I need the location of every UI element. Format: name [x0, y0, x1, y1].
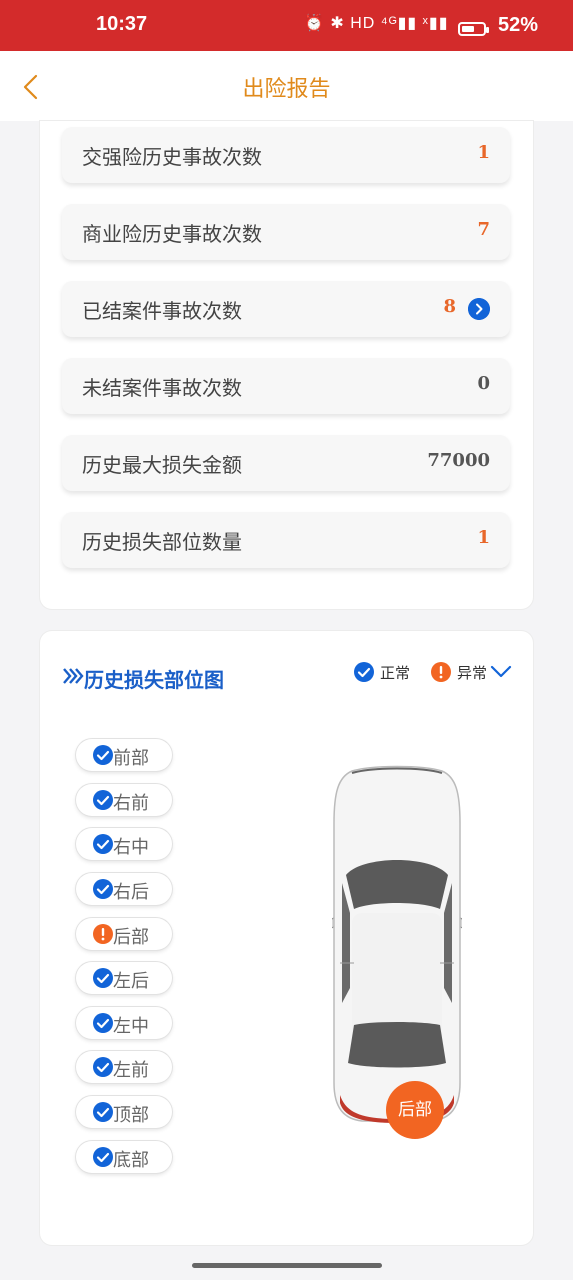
section-title: 历史损失部位图 [84, 668, 224, 692]
part-name: 左后 [113, 971, 149, 992]
check-circle-icon [93, 745, 113, 765]
check-circle-icon [93, 968, 113, 988]
chevron-down-icon[interactable] [490, 665, 512, 679]
part-name: 右前 [113, 793, 149, 814]
part-chip-roof[interactable]: 顶部 [76, 1096, 172, 1128]
part-chip-right-rear[interactable]: 右后 [76, 873, 172, 905]
part-name: 底部 [113, 1150, 149, 1171]
battery-icon [458, 22, 489, 36]
part-name: 左中 [113, 1016, 149, 1037]
part-name: 右中 [113, 837, 149, 858]
battery-percent: 52% [498, 14, 539, 36]
status-bar: 10:37 ⏰ ✱ HD ⁴ᴳ▮▮ ˣ▮▮ 52% [0, 0, 573, 51]
part-name: 左前 [113, 1060, 149, 1081]
stat-label: 已结案件事故次数 [82, 299, 242, 323]
stat-value: 8 [443, 296, 456, 317]
stat-label: 商业险历史事故次数 [82, 222, 262, 246]
stat-value: 7 [477, 219, 490, 240]
report-content[interactable]: 交强险历史事故次数 1 商业险历史事故次数 7 已结案件事故次数 8 未结案件事… [16, 121, 557, 1255]
status-time: 10:37 [96, 13, 148, 35]
warning-circle-icon [93, 924, 113, 944]
part-chip-front[interactable]: 前部 [76, 739, 172, 771]
legend-abnormal-label: 异常 [457, 664, 488, 682]
stat-label: 未结案件事故次数 [82, 376, 242, 400]
legend-normal-label: 正常 [380, 664, 411, 682]
chevron-right-icon[interactable] [468, 298, 490, 320]
warning-circle-icon [431, 662, 451, 682]
stat-row-damaged-parts-count: 历史损失部位数量 1 [62, 512, 510, 568]
part-chip-left-front[interactable]: 左前 [76, 1051, 172, 1083]
stat-label: 交强险历史事故次数 [82, 145, 262, 169]
stat-row-closed-cases[interactable]: 已结案件事故次数 8 [62, 281, 510, 337]
rear-damage-marker[interactable]: 后部 [386, 1081, 444, 1139]
check-circle-icon [93, 1147, 113, 1167]
stat-value: 1 [477, 142, 490, 163]
accident-stats-card: 交强险历史事故次数 1 商业险历史事故次数 7 已结案件事故次数 8 未结案件事… [40, 121, 533, 609]
nav-bar: 出险报告 [0, 51, 573, 121]
part-name: 前部 [113, 748, 149, 769]
home-indicator[interactable] [192, 1263, 382, 1268]
part-chip-right-middle[interactable]: 右中 [76, 828, 172, 860]
stat-row-open-cases: 未结案件事故次数 0 [62, 358, 510, 414]
stat-row-max-loss: 历史最大损失金额 77000 [62, 435, 510, 491]
part-chip-left-middle[interactable]: 左中 [76, 1007, 172, 1039]
part-name: 右后 [113, 882, 149, 903]
page-title: 出险报告 [242, 77, 331, 102]
stat-row-commercial-accidents: 商业险历史事故次数 7 [62, 204, 510, 260]
stat-label: 历史最大损失金额 [82, 453, 242, 477]
part-name: 后部 [113, 927, 149, 948]
part-chip-right-front[interactable]: 右前 [76, 784, 172, 816]
check-circle-icon [93, 879, 113, 899]
stat-value: 1 [477, 527, 490, 548]
car-top-view-diagram [332, 765, 462, 1123]
damage-map-card: 历史损失部位图 正常 异常 前部 右前 右中 右后 后部 左后 左中 左前 顶部… [40, 631, 533, 1245]
part-name: 顶部 [113, 1105, 149, 1126]
stat-value: 0 [477, 373, 490, 394]
check-circle-icon [93, 834, 113, 854]
stat-value: 77000 [427, 450, 490, 471]
check-circle-icon [93, 1057, 113, 1077]
check-circle-icon [93, 1102, 113, 1122]
part-chip-bottom[interactable]: 底部 [76, 1141, 172, 1173]
check-circle-icon [93, 1013, 113, 1033]
part-chip-rear[interactable]: 后部 [76, 918, 172, 950]
status-icons: ⏰ ✱ HD ⁴ᴳ▮▮ ˣ▮▮ [304, 15, 449, 32]
stat-row-compulsory-accidents: 交强险历史事故次数 1 [62, 127, 510, 183]
double-chevron-icon [63, 668, 84, 684]
stat-label: 历史损失部位数量 [82, 530, 242, 554]
check-circle-icon [354, 662, 374, 682]
part-chip-left-rear[interactable]: 左后 [76, 962, 172, 994]
check-circle-icon [93, 790, 113, 810]
